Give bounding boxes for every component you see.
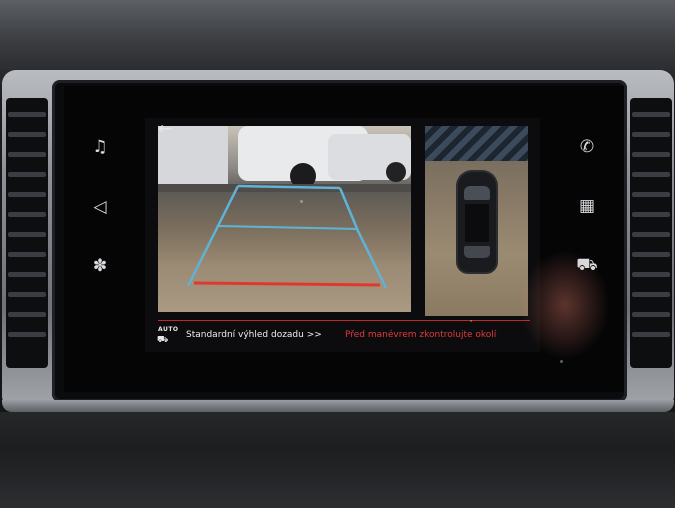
guide-line-right	[338, 187, 388, 289]
left-air-vent	[6, 98, 48, 368]
right-air-vent	[630, 98, 672, 368]
dashboard-bottom	[0, 412, 675, 508]
back-arrow-button[interactable]: ←	[158, 120, 172, 138]
music-note-icon[interactable]: ♫	[88, 137, 112, 157]
guide-line-left	[186, 185, 240, 287]
light-reflection	[520, 250, 610, 360]
dashboard-top	[0, 0, 675, 70]
screen-dust	[470, 320, 472, 322]
parking-guidelines	[158, 126, 411, 289]
no-data-zone	[425, 126, 528, 161]
apps-grid-icon[interactable]: ▦	[575, 196, 599, 216]
rear-camera-view	[158, 126, 411, 312]
phone-icon[interactable]: ✆	[575, 137, 599, 157]
auto-mode-label[interactable]: AUTO	[158, 326, 179, 333]
guide-line-near-red	[193, 281, 381, 287]
warning-message: Před manévrem zkontrolujte okolí	[345, 330, 497, 340]
chrome-bottom-trim	[2, 400, 674, 412]
top-down-view	[425, 126, 528, 316]
screen-dust	[300, 200, 303, 203]
auto-car-icon[interactable]: ⛟	[157, 336, 168, 345]
own-car-topview	[458, 172, 496, 272]
fan-icon[interactable]: ✽	[88, 256, 112, 276]
navigation-icon[interactable]: ◁	[88, 197, 112, 217]
screen-dust	[560, 360, 563, 363]
guide-line-mid	[217, 225, 359, 230]
status-divider	[158, 320, 530, 321]
view-mode-selector[interactable]: Standardní výhled dozadu >>	[186, 330, 322, 340]
